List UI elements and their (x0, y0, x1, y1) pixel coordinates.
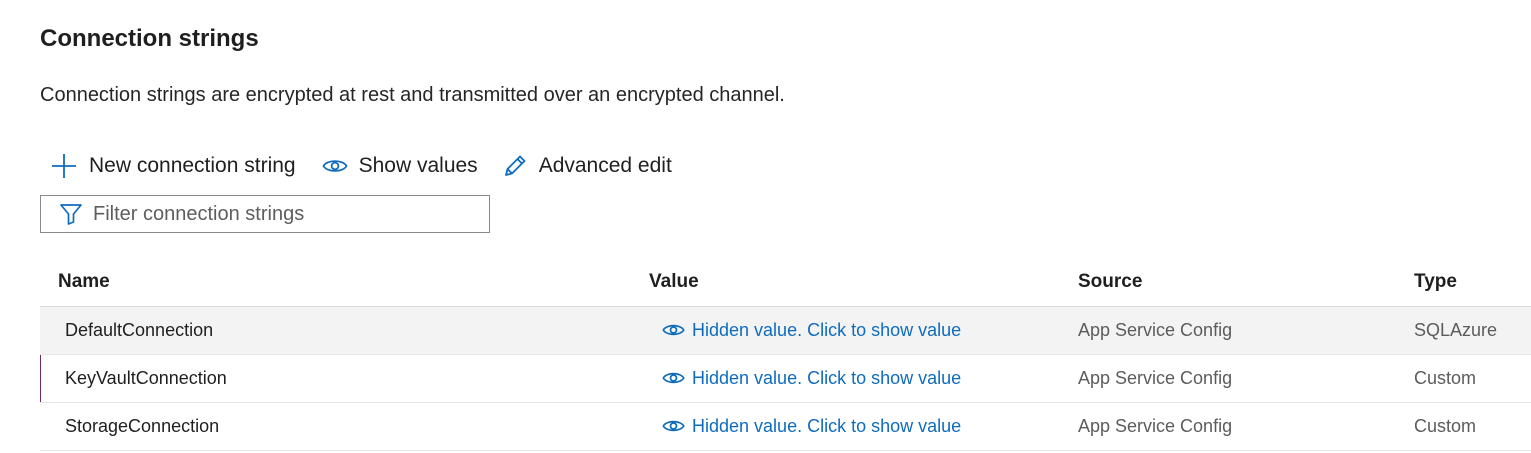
table-row[interactable]: KeyVaultConnection Hidden value. Click t… (40, 355, 1531, 403)
table-header: Name Value Source Type (40, 262, 1531, 307)
column-header-source[interactable]: Source (1078, 271, 1142, 293)
show-values-label: Show values (358, 154, 478, 177)
plus-icon (50, 152, 78, 180)
row-type: Custom (1414, 416, 1477, 436)
row-source: App Service Config (1078, 368, 1233, 388)
row-source: App Service Config (1078, 320, 1233, 340)
table-row[interactable]: DefaultConnection Hidden value. Click to… (40, 307, 1531, 355)
new-connection-string-button[interactable]: New connection string (50, 150, 296, 182)
section-description: Connection strings are encrypted at rest… (40, 84, 785, 106)
show-value-link[interactable]: Hidden value. Click to show value (662, 318, 961, 342)
column-header-name[interactable]: Name (58, 271, 110, 293)
eye-icon (662, 418, 685, 434)
column-header-value[interactable]: Value (649, 271, 699, 293)
show-value-link[interactable]: Hidden value. Click to show value (662, 366, 961, 390)
row-name[interactable]: KeyVaultConnection (65, 366, 227, 390)
table-row[interactable]: StorageConnection Hidden value. Click to… (40, 403, 1531, 451)
column-header-type[interactable]: Type (1414, 271, 1457, 293)
eye-icon (662, 370, 685, 386)
connection-strings-panel: Connection strings Connection strings ar… (0, 0, 1531, 453)
toolbar: New connection string Show values Advanc… (50, 150, 672, 182)
section-title: Connection strings (40, 25, 259, 52)
pencil-icon (502, 153, 528, 179)
new-connection-string-label: New connection string (89, 154, 296, 177)
row-name[interactable]: StorageConnection (65, 414, 219, 438)
row-source: App Service Config (1078, 416, 1233, 436)
filter-icon (59, 202, 83, 226)
show-value-link-label: Hidden value. Click to show value (692, 368, 962, 388)
show-value-link-label: Hidden value. Click to show value (692, 416, 962, 436)
show-values-button[interactable]: Show values (322, 150, 478, 182)
eye-icon (662, 322, 685, 338)
row-name[interactable]: DefaultConnection (65, 318, 213, 342)
show-value-link-label: Hidden value. Click to show value (692, 320, 962, 340)
filter-input[interactable] (93, 202, 463, 226)
row-type: SQLAzure (1414, 320, 1498, 340)
show-value-link[interactable]: Hidden value. Click to show value (662, 414, 961, 438)
advanced-edit-button[interactable]: Advanced edit (502, 150, 672, 182)
row-type: Custom (1414, 368, 1477, 388)
advanced-edit-label: Advanced edit (538, 154, 672, 177)
eye-icon (322, 157, 348, 175)
filter-box (40, 195, 490, 233)
connection-strings-table: Name Value Source Type DefaultConnection… (40, 262, 1531, 451)
